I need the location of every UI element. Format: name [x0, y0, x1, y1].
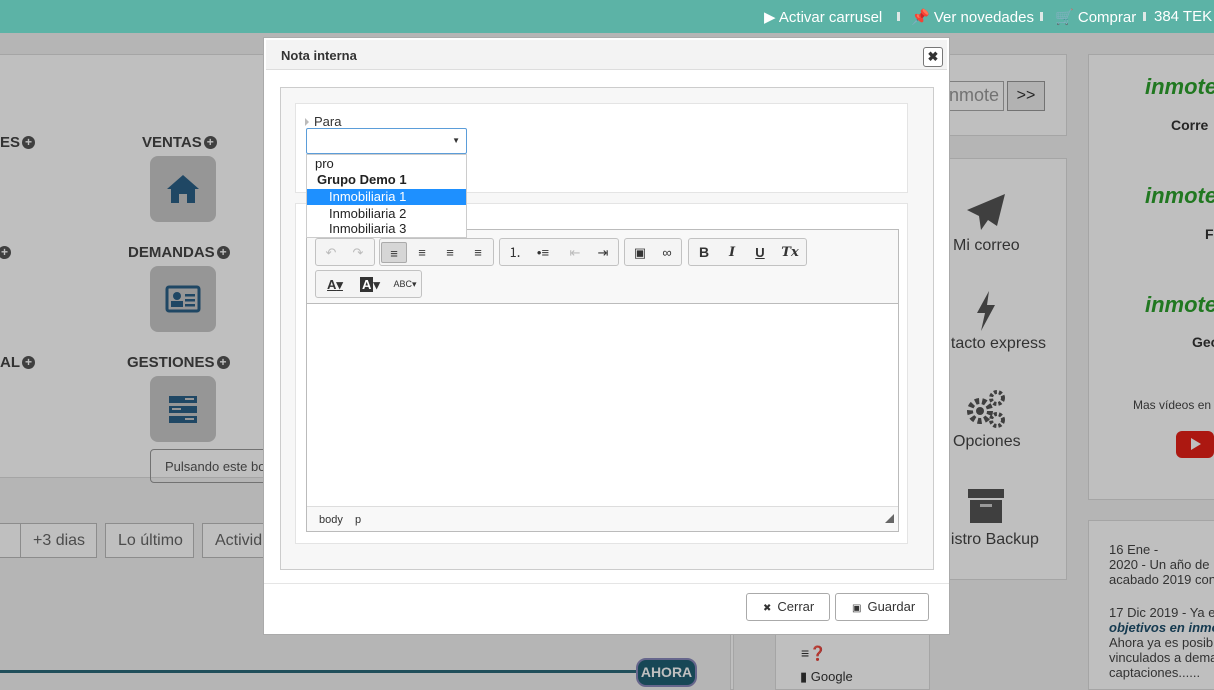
italic-button[interactable]: I: [719, 242, 745, 263]
bold-button[interactable]: B: [691, 242, 717, 263]
align-group: ≡ ≡ ≡ ≡: [379, 238, 494, 266]
play-circle-icon: ▶: [764, 9, 776, 26]
link-button[interactable]: ∞: [654, 242, 680, 263]
align-right-button[interactable]: ≡: [437, 242, 463, 263]
rich-text-editor: ↶ ↷ ≡ ≡ ≡ ≡ ⒈ •≡ ⇤ ⇥ ▣ ∞ B I U Tx A▾ A ▾…: [306, 229, 899, 532]
buy-label: Comprar: [1077, 9, 1137, 26]
path-p[interactable]: p: [355, 514, 361, 526]
clear-format-button[interactable]: Tx: [777, 242, 803, 263]
resize-grip-icon[interactable]: [885, 514, 894, 523]
activate-carousel-link[interactable]: ▶ Activar carrusel: [764, 8, 882, 26]
path-body[interactable]: body: [319, 514, 343, 526]
floppy-disk-icon: ▣: [852, 603, 862, 614]
format-group: B I U Tx: [688, 238, 807, 266]
undo-button[interactable]: ↶: [318, 242, 344, 263]
history-group: ↶ ↷: [315, 238, 375, 266]
option-inmobiliaria-2[interactable]: Inmobiliaria 2: [307, 206, 466, 222]
color-group: A▾ A ▾ ABC▾: [315, 270, 422, 298]
indent-button[interactable]: ⇥: [590, 242, 616, 263]
footer-divider: [264, 583, 949, 584]
dialog-title: Nota interna: [281, 48, 357, 63]
internal-note-dialog: Nota interna ✖ Para ▼ ↶ ↷ ≡ ≡ ≡ ≡ ⒈ •≡ ⇤…: [263, 37, 950, 635]
news-link[interactable]: 📌 Ver novedades: [911, 8, 1034, 26]
underline-button[interactable]: U: [747, 242, 773, 263]
bullet-list-button[interactable]: •≡: [530, 242, 556, 263]
para-label: Para: [305, 114, 341, 129]
option-inmobiliaria-1[interactable]: Inmobiliaria 1: [307, 189, 466, 205]
close-button[interactable]: ✖ Cerrar: [746, 593, 830, 621]
editor-content-area[interactable]: [307, 305, 898, 506]
editor-toolbar: ↶ ↷ ≡ ≡ ≡ ≡ ⒈ •≡ ⇤ ⇥ ▣ ∞ B I U Tx A▾ A ▾…: [307, 230, 898, 304]
recipient-dropdown-list: pro Grupo Demo 1 Inmobiliaria 1 Inmobili…: [306, 154, 467, 238]
close-icon[interactable]: ✖: [923, 47, 943, 67]
align-left-button[interactable]: ≡: [381, 242, 407, 263]
save-button[interactable]: ▣ Guardar: [835, 593, 929, 621]
image-button[interactable]: ▣: [627, 242, 653, 263]
cart-icon: 🛒: [1055, 9, 1074, 26]
option-pro[interactable]: pro: [307, 156, 466, 172]
justify-button[interactable]: ≡: [465, 242, 491, 263]
outdent-button[interactable]: ⇤: [562, 242, 588, 263]
list-group: ⒈ •≡ ⇤ ⇥: [499, 238, 619, 266]
credits-count: 384 TEK: [1154, 8, 1213, 25]
separator: [1040, 12, 1043, 21]
separator: [897, 12, 900, 21]
background-color-button[interactable]: A ▾: [354, 274, 386, 295]
align-center-button[interactable]: ≡: [409, 242, 435, 263]
optgroup-grupo-demo-1: Grupo Demo 1: [317, 172, 407, 187]
editor-status-path: body p: [307, 506, 898, 531]
ordered-list-button[interactable]: ⒈: [502, 242, 528, 263]
recipient-select[interactable]: ▼: [306, 128, 467, 154]
insert-group: ▣ ∞: [624, 238, 682, 266]
text-color-button[interactable]: A▾: [319, 274, 351, 295]
pin-icon: 📌: [911, 9, 930, 26]
news-label: Ver novedades: [933, 9, 1034, 26]
activate-carousel-label: Activar carrusel: [778, 9, 883, 26]
dialog-header: Nota interna ✖: [266, 40, 947, 70]
spellcheck-button[interactable]: ABC▾: [389, 274, 421, 295]
separator: [1143, 12, 1146, 21]
caret-down-icon: ▼: [452, 136, 460, 145]
top-bar: ▶ Activar carrusel 📌 Ver novedades 🛒 Com…: [0, 0, 1214, 33]
buy-link[interactable]: 🛒 Comprar: [1055, 8, 1136, 26]
redo-button[interactable]: ↷: [345, 242, 371, 263]
close-icon: ✖: [763, 603, 772, 614]
option-inmobiliaria-3[interactable]: Inmobiliaria 3: [307, 221, 466, 237]
